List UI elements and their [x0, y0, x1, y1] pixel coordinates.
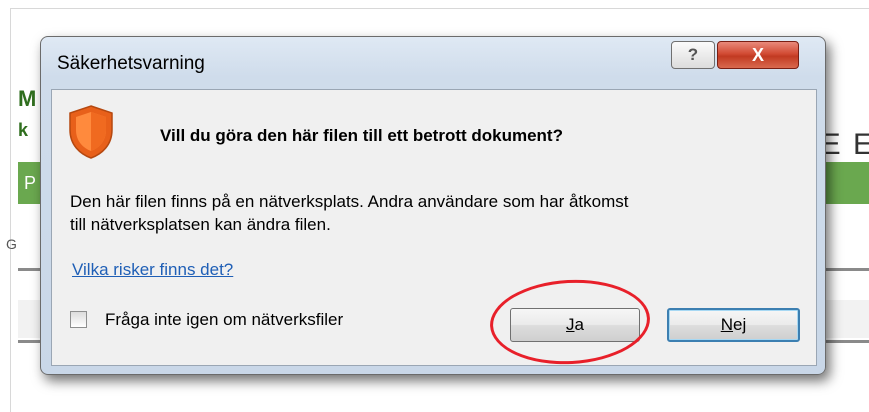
dont-ask-again-label-rest: a inte igen om nätverksfiler — [139, 310, 344, 329]
background-border-top — [10, 8, 869, 9]
dont-ask-again-label[interactable]: Fråga inte igen om nätverksfiler — [105, 310, 343, 330]
background-border-left — [10, 8, 11, 412]
dialog-content: Vill du göra den här filen till ett betr… — [51, 89, 817, 366]
dont-ask-again-checkbox[interactable] — [70, 311, 87, 328]
background-letter-k: k — [18, 120, 29, 140]
no-button[interactable]: Nej — [667, 308, 800, 342]
no-button-label: ej — [733, 315, 747, 334]
warning-question: Vill du göra den här filen till ett betr… — [160, 126, 563, 145]
help-button[interactable]: ? — [671, 41, 715, 69]
yes-button-label: a — [574, 315, 584, 334]
warning-message: Den här filen finns på en nätverksplats.… — [70, 190, 800, 236]
dont-ask-again-label-part: Frå — [105, 310, 131, 329]
no-button-accelerator: N — [720, 315, 734, 334]
shield-icon — [69, 105, 113, 159]
yes-button[interactable]: Ja — [510, 308, 640, 342]
dialog-title: Säkerhetsvarning — [57, 53, 205, 74]
background-letter-m: M — [18, 86, 37, 111]
help-icon: ? — [687, 45, 699, 64]
close-icon: X — [751, 44, 764, 65]
dialog-titlebar[interactable]: Säkerhetsvarning ? X — [41, 37, 825, 89]
background-green-bar-text: P — [24, 173, 37, 193]
background-side-text: G — [6, 236, 17, 252]
warning-message-line-1: Den här filen finns på en nätverksplats.… — [70, 192, 629, 211]
warning-message-line-2: till nätverksplatsen kan ändra filen. — [70, 215, 331, 234]
background-heading-text: E E — [820, 128, 869, 161]
close-button[interactable]: X — [717, 41, 799, 69]
yes-button-accelerator: J — [566, 315, 575, 334]
dont-ask-again-accelerator: g — [130, 310, 140, 329]
security-warning-dialog: Säkerhetsvarning ? X Vill du göra den hä… — [40, 36, 826, 375]
risks-link[interactable]: Vilka risker finns det? — [72, 260, 233, 280]
